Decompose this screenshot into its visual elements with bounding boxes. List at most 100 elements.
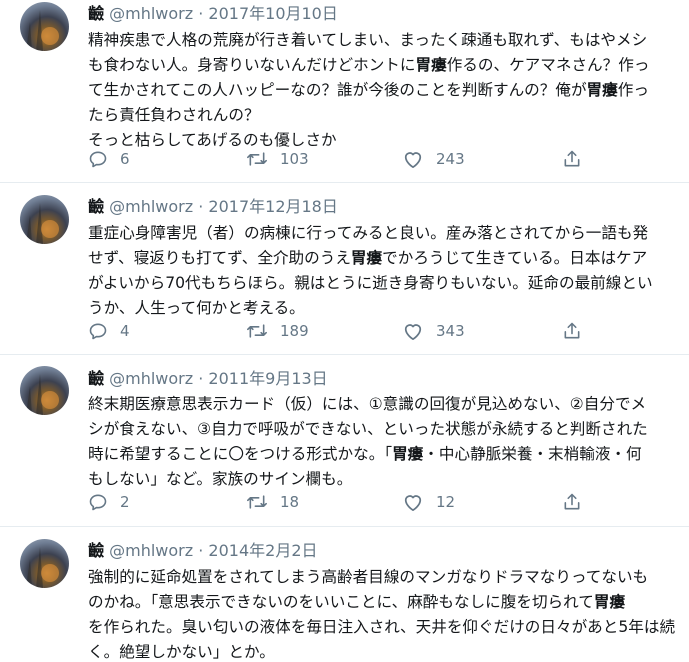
separator-dot: · [198, 197, 204, 216]
text-segment: もしない」など。家族のサイン欄も。 [88, 470, 353, 488]
share-icon [564, 322, 580, 339]
text-segment: せず、寝返りも打てず、全介助のうえ [88, 249, 351, 267]
reply-count: 4 [120, 322, 130, 340]
tweet-text-line: もしない」など。家族のサイン欄も。 [88, 467, 678, 492]
tweet-header: 䶨 @mhlworz · 2017年10月10日 [88, 3, 338, 25]
user-handle[interactable]: @mhlworz [109, 541, 193, 560]
tweet-text-line: がよいから70代もちらほら。親はとうに逝き身寄りもいない。延命の最前線とい [88, 271, 678, 296]
text-segment: 重症心身障害児（者）の病棟に行ってみると良い。産み落とされてから一語も発 [88, 224, 649, 242]
text-segment: を作られた。臭い匂いの液体を毎日注入され、天井を仰ぐだけの日々があと5年は続 [88, 618, 676, 636]
text-segment: 強制的に延命処置をされてしまう高齢者目線のマンガなりドラマなりってないも [88, 568, 649, 586]
tweet-text: 重症心身障害児（者）の病棟に行ってみると良い。産み落とされてから一語も発 せず、寝… [88, 221, 678, 321]
tweet-text-line: も食わない人。身寄りいないんだけどホントに胃瘻作るの、ケアマネさん？作っ [88, 53, 678, 78]
tweet-text: 精神疾患で人格の荒廃が行き着いてしまい、まったく疎通も取れず、もはやメシ も食わな… [88, 28, 678, 153]
tweet-text-line: のかね。「意思表示できないのをいいことに、麻酔もなしに腹を切られて胃瘻 [88, 590, 678, 615]
tweet-date[interactable]: 2014年2月2日 [208, 541, 317, 560]
display-name[interactable]: 䶨 [88, 4, 104, 23]
like-count: 343 [436, 322, 465, 340]
tweet-text-line: 強制的に延命処置をされてしまう高齢者目線のマンガなりドラマなりってないも [88, 565, 678, 590]
tweet-header: 䶨 @mhlworz · 2011年9月13日 [88, 368, 328, 390]
tweet[interactable]: 䶨 @mhlworz · 2014年2月2日 強制的に延命処置をされてしまう高齢… [0, 527, 689, 662]
tweet-text-line: うか、人生って何かと考える。 [88, 296, 678, 321]
reply-icon [89, 494, 107, 511]
reply-button[interactable]: 4 [88, 319, 130, 343]
highlighted-term: 胃瘻 [593, 593, 626, 611]
text-segment: がよいから70代もちらほら。親はとうに逝き身寄りもいない。延命の最前線とい [88, 274, 653, 292]
tweet-text-line: て生かされてこの人ハッピーなの？誰が今後のことを判断すんの？俺が胃瘻作っ [88, 78, 678, 103]
tweet-text-line: 精神疾患で人格の荒廃が行き着いてしまい、まったく疎通も取れず、もはやメシ [88, 28, 678, 53]
user-handle[interactable]: @mhlworz [109, 197, 193, 216]
text-segment: 精神疾患で人格の荒廃が行き着いてしまい、まったく疎通も取れず、もはやメシ [88, 31, 648, 49]
like-icon [404, 152, 422, 169]
tweet-text-line: 時に希望することに〇をつける形式かな。「胃瘻・中心静脈栄養・末梢輸液・何 [88, 442, 678, 467]
like-button[interactable]: 343 [402, 319, 465, 343]
text-segment: たら責任負わされんの？ [88, 106, 260, 124]
reply-count: 2 [120, 493, 130, 511]
user-handle[interactable]: @mhlworz [109, 4, 193, 23]
text-segment: シが食えない、③自力で呼吸ができない、といった状態が永続すると判断された [88, 420, 648, 438]
retweet-button[interactable]: 189 [246, 319, 309, 343]
share-button[interactable] [562, 319, 582, 343]
tweet[interactable]: 䶨 @mhlworz · 2017年12月18日 重症心身障害児（者）の病棟に行… [0, 183, 689, 354]
text-segment: く。絶望しかない」とか。 [88, 643, 275, 661]
timeline: 䶨 @mhlworz · 2017年10月10日 精神疾患で人格の荒廃が行き着い… [0, 0, 689, 662]
display-name[interactable]: 䶨 [88, 541, 104, 560]
text-segment: うか、人生って何かと考える。 [88, 299, 305, 317]
highlighted-term: 胃瘻 [586, 81, 618, 99]
highlighted-term: 胃瘻 [392, 445, 424, 463]
like-button[interactable]: 243 [402, 147, 465, 171]
text-segment: 時に希望することに〇をつける形式かな。「 [88, 445, 393, 463]
text-segment: 作っ [617, 81, 649, 99]
reply-icon [89, 323, 107, 340]
retweet-button[interactable]: 18 [246, 490, 299, 514]
tweet-text-line: せず、寝返りも打てず、全介助のうえ胃瘻でかろうじて生きている。日本はケア [88, 246, 678, 271]
display-name[interactable]: 䶨 [88, 197, 104, 216]
separator-dot: · [198, 369, 204, 388]
text-segment: ・中心静脈栄養・末梢輸液・何 [423, 445, 642, 463]
avatar[interactable] [20, 2, 69, 51]
tweet-text: 終末期医療意思表示カード（仮）には、①意識の回復が見込めない、②自分でメ シが食え… [88, 392, 678, 492]
text-segment: 終末期医療意思表示カード（仮）には、①意識の回復が見込めない、②自分でメ [88, 395, 647, 413]
avatar[interactable] [20, 195, 69, 244]
tweet-actions: 2 18 12 [88, 490, 588, 514]
text-segment: も食わない人。身寄りいないんだけどホントに [88, 56, 416, 74]
tweet-date[interactable]: 2017年10月10日 [208, 4, 337, 23]
retweet-icon [247, 324, 267, 338]
share-button[interactable] [562, 147, 582, 171]
retweet-button[interactable]: 103 [246, 147, 309, 171]
user-handle[interactable]: @mhlworz [109, 369, 193, 388]
avatar[interactable] [20, 539, 69, 588]
avatar[interactable] [20, 366, 69, 415]
tweet-date[interactable]: 2011年9月13日 [208, 369, 327, 388]
tweet-header: 䶨 @mhlworz · 2017年12月18日 [88, 196, 338, 218]
separator-dot: · [198, 541, 204, 560]
reply-button[interactable]: 2 [88, 490, 130, 514]
retweet-count: 103 [280, 150, 309, 168]
tweet-text-line: く。絶望しかない」とか。 [88, 640, 678, 662]
tweet-date[interactable]: 2017年12月18日 [208, 197, 337, 216]
separator-dot: · [198, 4, 204, 23]
display-name[interactable]: 䶨 [88, 369, 104, 388]
tweet[interactable]: 䶨 @mhlworz · 2017年10月10日 精神疾患で人格の荒廃が行き着い… [0, 0, 689, 182]
text-segment: て生かされてこの人ハッピーなの？誰が今後のことを判断すんの？俺が [88, 81, 587, 99]
tweet-text-line: を作られた。臭い匂いの液体を毎日注入され、天井を仰ぐだけの日々があと5年は続 [88, 615, 678, 640]
reply-button[interactable]: 6 [88, 147, 130, 171]
retweet-icon [247, 152, 267, 166]
tweet-text: 強制的に延命処置をされてしまう高齢者目線のマンガなりドラマなりってないも のかね。… [88, 565, 678, 662]
text-segment: 作るの、ケアマネさん？作っ [446, 56, 650, 74]
share-icon [564, 493, 580, 510]
like-button[interactable]: 12 [402, 490, 455, 514]
share-button[interactable] [562, 490, 582, 514]
reply-icon [89, 151, 107, 168]
like-count: 12 [436, 493, 456, 511]
tweet-actions: 4 189 343 [88, 319, 588, 343]
text-segment: のかね。「意思表示できないのをいいことに、麻酔もなしに腹を切られて [88, 593, 594, 611]
retweet-count: 18 [280, 493, 300, 511]
highlighted-term: 胃瘻 [415, 56, 447, 74]
tweet-text-line: たら責任負わされんの？ [88, 103, 678, 128]
text-segment: でかろうじて生きている。日本はケア [382, 249, 648, 267]
tweet[interactable]: 䶨 @mhlworz · 2011年9月13日 終末期医療意思表示カード（仮）に… [0, 355, 689, 526]
like-icon [404, 495, 422, 512]
like-icon [404, 324, 422, 341]
retweet-icon [247, 495, 267, 509]
